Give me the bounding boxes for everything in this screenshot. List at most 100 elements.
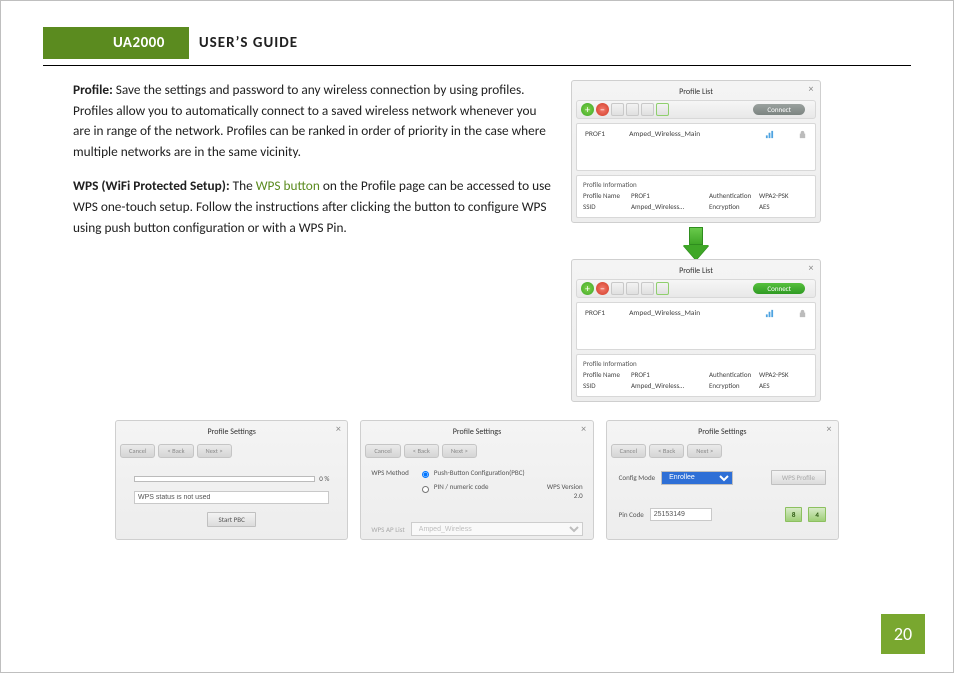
next-button[interactable]: Next > [687,444,722,458]
signal-icon [765,309,774,318]
wps-settings-panel-method: × Profile Settings Cancel < Back Next > … [360,420,593,540]
config-mode-label: Config Mode [619,473,655,482]
model-badge: UA2000 [43,27,189,59]
connect-button[interactable]: Connect [753,104,805,115]
wps-settings-panel-config: × Profile Settings Cancel < Back Next > … [606,420,839,540]
panel-title: Profile List [572,266,820,276]
info-auth-lbl: Authentication [709,191,759,200]
add-icon[interactable]: + [581,103,594,116]
cancel-button[interactable]: Cancel [611,444,646,458]
cancel-button[interactable]: Cancel [120,444,155,458]
page-number: 20 [881,614,925,654]
connect-button[interactable]: Connect [753,283,805,294]
close-icon[interactable]: × [579,424,589,434]
wps-version-value: 2.0 [574,491,583,500]
edit-icon[interactable] [611,282,624,295]
remove-icon[interactable]: − [596,103,609,116]
info-ssid-lbl: SSID [583,381,631,390]
wps-method-pin[interactable]: PIN / numeric code [417,482,540,492]
wps-settings-panel-progress: × Profile Settings Cancel < Back Next > … [115,420,348,540]
info-name-lbl: Profile Name [583,370,631,379]
info-heading: Profile Information [583,359,809,368]
info-enc-val: AES [759,202,797,211]
info-name-lbl: Profile Name [583,191,631,200]
profile-toolbar: + − Connect [576,100,816,119]
back-button[interactable]: < Back [158,444,193,458]
wps-method-label: WPS Method [371,468,417,477]
panel-title: Profile Settings [607,427,838,437]
pin-code-field[interactable] [650,508,712,521]
cancel-button[interactable]: Cancel [365,444,400,458]
profile-text: Save the settings and password to any wi… [73,81,546,160]
back-button[interactable]: < Back [649,444,684,458]
next-button[interactable]: Next > [197,444,232,458]
wps-paragraph: WPS (WiFi Protected Setup): The WPS butt… [43,176,553,238]
close-icon[interactable]: × [333,424,343,434]
profile-ssid: Amped_Wireless_Main [629,309,700,318]
profile-list: PROF1 Amped_Wireless_Main [576,302,816,350]
lock-icon [798,309,807,318]
back-button[interactable]: < Back [404,444,439,458]
close-icon[interactable]: × [824,424,834,434]
import-icon[interactable] [626,282,639,295]
close-icon[interactable]: × [806,263,816,273]
header-rule [43,65,911,66]
info-name-val: PROF1 [631,191,709,200]
wps-icon[interactable] [656,282,669,295]
list-item[interactable]: PROF1 Amped_Wireless_Main [585,130,807,139]
wps-text-before: The [230,177,256,194]
add-icon[interactable]: + [581,282,594,295]
profile-toolbar: + − Connect [576,279,816,298]
arrow-down-icon [683,227,709,261]
info-auth-val: WPA2-PSK [759,191,797,200]
info-enc-lbl: Encryption [709,202,759,211]
body-text: Profile: Save the settings and password … [43,80,553,402]
start-pbc-button[interactable]: Start PBC [207,512,255,527]
info-ssid-val: Amped_Wireless… [631,381,709,390]
wps-profile-button[interactable]: WPS Profile [771,470,826,485]
digit-eight-button[interactable]: 8 [785,507,803,522]
info-ssid-val: Amped_Wireless… [631,202,709,211]
signal-icon [765,130,774,139]
pin-code-label: Pin Code [619,510,644,519]
digit-four-button[interactable]: 4 [808,507,826,522]
info-auth-lbl: Authentication [709,370,759,379]
profile-info: Profile Information Profile Name PROF1 A… [576,354,816,397]
profile-list-panel-bottom: × Profile List + − Connect PROF1 Amped_W… [571,259,821,402]
progress-value: 0 % [319,474,329,483]
wps-icon[interactable] [656,103,669,116]
wps-aplist-label: WPS AP List [371,525,404,534]
page-title: USER’S GUIDE [189,27,298,59]
wps-status-field[interactable] [134,491,329,504]
profile-label: Profile: [73,81,113,98]
radio-pin[interactable] [422,486,429,493]
profile-list-panel-top: × Profile List + − Connect PROF1 Amped_W… [571,80,821,223]
wps-version-label: WPS Version [547,482,583,491]
profile-info: Profile Information Profile Name PROF1 A… [576,175,816,218]
panel-title: Profile Settings [361,427,592,437]
config-mode-select[interactable]: Enrollee [661,471,733,485]
edit-icon[interactable] [611,103,624,116]
info-name-val: PROF1 [631,370,709,379]
wps-aplist-select[interactable]: Amped_Wireless [411,522,583,536]
info-heading: Profile Information [583,180,809,189]
radio-pbc[interactable] [422,471,429,478]
close-icon[interactable]: × [806,84,816,94]
export-icon[interactable] [641,103,654,116]
profile-ssid: Amped_Wireless_Main [629,130,700,139]
progress-bar [134,476,315,482]
wps-label: WPS (WiFi Protected Setup): [73,177,230,194]
remove-icon[interactable]: − [596,282,609,295]
list-item[interactable]: PROF1 Amped_Wireless_Main [585,309,807,318]
lock-icon [798,130,807,139]
info-enc-val: AES [759,381,797,390]
info-enc-lbl: Encryption [709,381,759,390]
profile-list: PROF1 Amped_Wireless_Main [576,123,816,171]
profile-paragraph: Profile: Save the settings and password … [43,80,553,162]
wps-method-pbc[interactable]: Push-Button Configuration(PBC) [417,468,540,478]
panel-title: Profile List [572,87,820,97]
import-icon[interactable] [626,103,639,116]
next-button[interactable]: Next > [442,444,477,458]
profile-name: PROF1 [585,309,605,318]
export-icon[interactable] [641,282,654,295]
